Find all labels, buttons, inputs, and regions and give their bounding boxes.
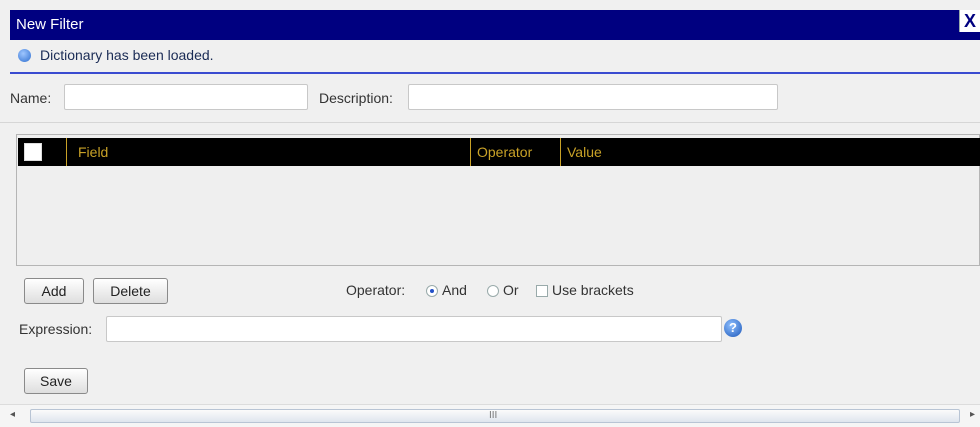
or-label: Or (503, 282, 519, 298)
info-message: Dictionary has been loaded. (40, 47, 214, 63)
operator-label: Operator: (346, 282, 406, 298)
column-header-field[interactable]: Field (72, 138, 470, 166)
grid-header: Field Operator Value (18, 138, 980, 166)
delete-button[interactable]: Delete (93, 278, 168, 304)
save-button[interactable]: Save (24, 368, 88, 394)
column-header-operator[interactable]: Operator (470, 138, 560, 166)
close-icon[interactable]: X (959, 10, 980, 32)
use-brackets-label: Use brackets (552, 282, 634, 298)
info-icon (18, 48, 31, 62)
expression-input[interactable] (106, 316, 722, 342)
use-brackets-option[interactable]: Use brackets (536, 282, 634, 298)
scrollbar-grip-icon: III (489, 410, 498, 421)
column-header-value[interactable]: Value (560, 138, 980, 166)
scroll-right-arrow-icon[interactable]: ▸ (970, 409, 975, 420)
add-button[interactable]: Add (24, 278, 84, 304)
dialog-titlebar: New Filter X (10, 10, 980, 40)
divider (10, 72, 980, 74)
name-label: Name: (10, 90, 52, 106)
horizontal-scrollbar[interactable]: ◂ III ▸ (0, 404, 980, 427)
dialog-title: New Filter (16, 16, 84, 33)
select-all-checkbox[interactable] (24, 143, 42, 161)
name-input[interactable] (64, 84, 308, 110)
use-brackets-checkbox[interactable] (536, 285, 548, 298)
scrollbar-thumb[interactable]: III (30, 409, 960, 423)
help-icon[interactable]: ? (724, 319, 742, 337)
scroll-left-arrow-icon[interactable]: ◂ (10, 409, 15, 420)
or-radio[interactable] (487, 285, 499, 298)
description-label: Description: (319, 90, 393, 106)
description-input[interactable] (408, 84, 778, 110)
info-message-bar: Dictionary has been loaded. (10, 40, 980, 70)
select-all-cell (18, 138, 72, 166)
divider (0, 122, 980, 123)
and-radio[interactable] (426, 285, 438, 298)
expression-label: Expression: (19, 321, 93, 337)
and-label: And (442, 282, 467, 298)
column-divider (66, 138, 67, 166)
operator-and-option[interactable]: And (426, 282, 467, 298)
operator-or-option[interactable]: Or (487, 282, 519, 298)
